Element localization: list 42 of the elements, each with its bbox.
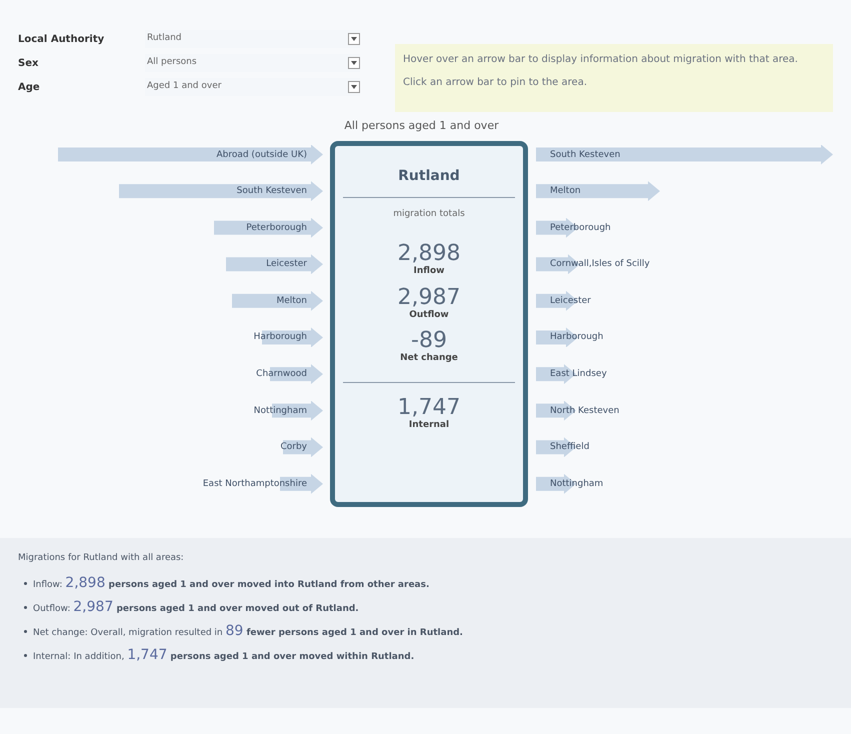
figure-value: -89: [411, 330, 447, 352]
filter-label: Sex: [18, 56, 40, 70]
summary-text: Net change: Overall, migration resulted in 89 fewer persons aged 1 and over in Rutland.: [33, 622, 463, 641]
summary-text: Internal: In addition, 1,747 persons aged 1 and over moved within Rutland.: [33, 646, 414, 665]
arrow-bar[interactable]: Melton: [536, 181, 660, 202]
figure-value: 1,747: [398, 396, 460, 418]
filter-label: Local Authority: [18, 32, 106, 46]
figure-value: 2,898: [398, 243, 460, 265]
area-name: Rutland: [398, 166, 460, 186]
figure-label: Outflow: [409, 308, 449, 322]
arrow-bar[interactable]: Peterborough: [536, 218, 640, 238]
arrow-bar[interactable]: Peterborough: [214, 218, 323, 238]
dropdown[interactable]: All persons: [145, 54, 360, 72]
info-text: Click an arrow bar to pin to the area.: [403, 76, 588, 90]
summary-text: Inflow: 2,898 persons aged 1 and over moved into Rutland from other areas.: [33, 574, 430, 593]
bullet-icon: [24, 630, 27, 632]
info-text: Hover over an arrow bar to display information about migration with that area.: [403, 53, 799, 67]
arrow-bar[interactable]: Leicester: [226, 254, 323, 274]
arrow-bar[interactable]: North Kesteven: [536, 400, 655, 421]
subtitle: migration totals: [393, 208, 465, 220]
arrow-bar[interactable]: Abroad (outside UK): [58, 144, 323, 164]
figure-value: 2,987: [398, 286, 460, 308]
summary-text: Outflow: 2,987 persons aged 1 and over moved out of Rutland.: [33, 598, 359, 617]
arrow-bar[interactable]: Melton: [232, 290, 323, 311]
dropdown[interactable]: Rutland: [145, 30, 360, 48]
arrow-bar[interactable]: Harborough: [536, 327, 631, 348]
figure-label: Inflow: [414, 265, 444, 278]
arrow-bar[interactable]: South Kesteven: [119, 181, 323, 202]
arrow-bar[interactable]: South Kesteven: [536, 144, 833, 164]
bullet-icon: [24, 654, 27, 656]
filter-label: Age: [18, 80, 41, 94]
figure-label: Net change: [400, 352, 458, 365]
arrow-bar[interactable]: Cornwall,Isles of Scilly: [536, 254, 706, 274]
dropdown[interactable]: Aged 1 and over: [145, 78, 360, 96]
bullet-icon: [24, 582, 27, 584]
chart-title: All persons aged 1 and over: [344, 118, 499, 134]
summary-heading: Migrations for Rutland with all areas:: [18, 552, 185, 564]
figure-label: Internal: [408, 418, 450, 432]
arrow-bar[interactable]: East Lindsey: [536, 364, 637, 384]
arrow-bar[interactable]: Nottingham: [536, 474, 630, 494]
arrow-bar[interactable]: East Northamptonshire: [157, 474, 323, 494]
bullet-icon: [24, 606, 27, 608]
